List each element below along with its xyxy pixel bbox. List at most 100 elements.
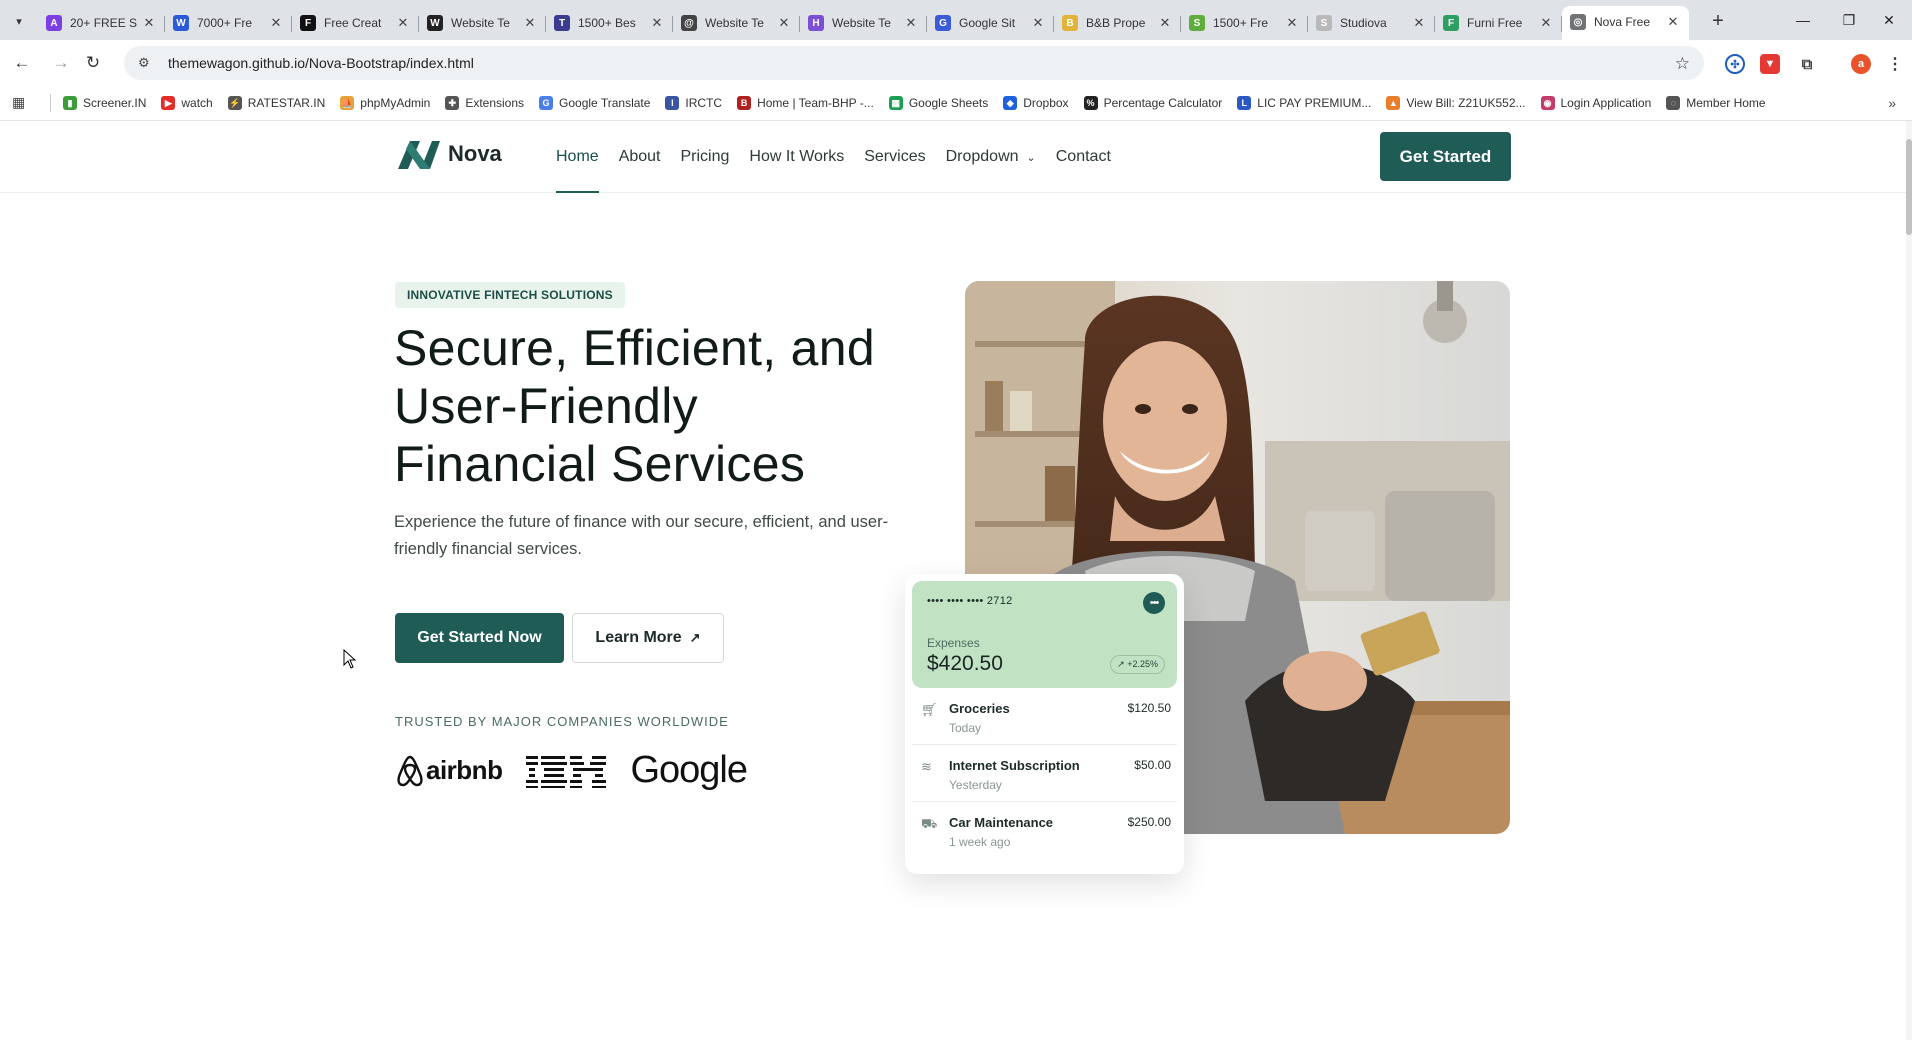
bookmark-item[interactable]: G Google Translate bbox=[539, 96, 650, 110]
tab-close-icon[interactable]: ✕ bbox=[1284, 15, 1300, 31]
transaction-row: ⛟ Car Maintenance 1 week ago $250.00 bbox=[912, 802, 1177, 859]
bookmark-item[interactable]: ▶ watch bbox=[161, 96, 213, 110]
nav-item-home[interactable]: Home bbox=[556, 121, 599, 193]
browser-tab[interactable]: S Studiova ✕ bbox=[1308, 9, 1435, 37]
nav-item-pricing[interactable]: Pricing bbox=[681, 121, 730, 193]
reload-button[interactable]: ↻ bbox=[80, 50, 106, 76]
bookmark-star-icon[interactable]: ☆ bbox=[1675, 54, 1690, 74]
brand-logo[interactable]: Nova bbox=[396, 137, 502, 171]
tab-favicon-icon: B bbox=[1062, 15, 1078, 31]
browser-tab[interactable]: T 1500+ Bes ✕ bbox=[546, 9, 673, 37]
browser-menu-icon[interactable]: ⋮ bbox=[1885, 54, 1905, 74]
bookmark-item[interactable]: ▮ Screener.IN bbox=[63, 96, 146, 110]
nav-item-about[interactable]: About bbox=[619, 121, 661, 193]
bookmark-item[interactable]: % Percentage Calculator bbox=[1083, 96, 1222, 110]
browser-tab[interactable]: B B&B Prope ✕ bbox=[1054, 9, 1181, 37]
tab-title: Website Te bbox=[451, 16, 510, 30]
tab-title: Furni Free bbox=[1467, 16, 1523, 30]
bookmark-item[interactable]: ▲ View Bill: Z21UK552... bbox=[1386, 96, 1526, 110]
trend-badge: ↗ +2.25% bbox=[1110, 655, 1165, 674]
profile-avatar[interactable]: a bbox=[1851, 54, 1871, 74]
browser-tab[interactable]: G Google Sit ✕ bbox=[927, 9, 1054, 37]
tab-strip: ▾ A 20+ FREE S ✕ W 7000+ Fre ✕ F Free Creat ✕ W We… bbox=[0, 0, 1912, 40]
bookmark-favicon-icon: I bbox=[665, 96, 680, 110]
transaction-name: Groceries bbox=[949, 701, 1010, 716]
browser-tab[interactable]: ◎ Nova Free ✕ bbox=[1562, 6, 1689, 40]
transaction-date: 1 week ago bbox=[949, 835, 1011, 849]
tab-close-icon[interactable]: ✕ bbox=[1538, 15, 1554, 31]
browser-tab[interactable]: W 7000+ Fre ✕ bbox=[165, 9, 292, 37]
browser-tab[interactable]: F Free Creat ✕ bbox=[292, 9, 419, 37]
browser-tab[interactable]: H Website Te ✕ bbox=[800, 9, 927, 37]
page-scrollbar[interactable] bbox=[1906, 121, 1912, 1040]
tab-title: 1500+ Bes bbox=[578, 16, 636, 30]
transaction-amount: $120.50 bbox=[1127, 701, 1171, 715]
extension-icon-1[interactable]: ✣ bbox=[1725, 54, 1745, 74]
tab-close-icon[interactable]: ✕ bbox=[1665, 14, 1681, 30]
browser-tab[interactable]: S 1500+ Fre ✕ bbox=[1181, 9, 1308, 37]
get-started-now-button[interactable]: Get Started Now bbox=[395, 613, 564, 663]
nav-item-how-it-works[interactable]: How It Works bbox=[749, 121, 844, 193]
tab-favicon-icon: F bbox=[1443, 15, 1459, 31]
bookmark-item[interactable]: ◆ Dropbox bbox=[1003, 96, 1069, 110]
bookmark-favicon-icon: ▦ bbox=[888, 96, 903, 110]
back-button[interactable]: ← bbox=[9, 50, 35, 76]
tab-close-icon[interactable]: ✕ bbox=[649, 15, 665, 31]
tab-close-icon[interactable]: ✕ bbox=[268, 15, 284, 31]
address-bar[interactable]: ⚙ themewagon.github.io/Nova-Bootstrap/in… bbox=[124, 46, 1704, 80]
bookmark-item[interactable]: L LIC PAY PREMIUM... bbox=[1237, 96, 1371, 110]
site-header: Nova Home About Pricing How It Works Service… bbox=[0, 121, 1912, 193]
more-bookmarks-icon[interactable]: » bbox=[1888, 95, 1896, 111]
nav-item-dropdown[interactable]: Dropdown ⌄ bbox=[946, 121, 1036, 193]
tab-list: A 20+ FREE S ✕ W 7000+ Fre ✕ F Free Creat ✕ W Webs… bbox=[38, 6, 1689, 40]
bookmarks-bar: ▦ ▮ Screener.IN ▶ watch ⚡ RATESTAR.IN ⛵ phpMyAd… bbox=[0, 86, 1912, 121]
nav-label: Pricing bbox=[680, 148, 730, 165]
airbnb-logo-text: airbnb bbox=[426, 755, 503, 785]
tab-close-icon[interactable]: ✕ bbox=[395, 15, 411, 31]
tab-search-button[interactable]: ▾ bbox=[8, 10, 30, 32]
extension-icon-2[interactable]: ▼ bbox=[1760, 54, 1780, 74]
transaction-row: 🛒︎ Groceries Today $120.50 bbox=[912, 688, 1177, 745]
tab-close-icon[interactable]: ✕ bbox=[903, 15, 919, 31]
close-window-button[interactable]: ✕ bbox=[1866, 6, 1912, 34]
header-get-started-button[interactable]: Get Started bbox=[1380, 132, 1511, 181]
bookmark-favicon-icon: ⚡ bbox=[227, 96, 242, 110]
ibm-logo bbox=[526, 755, 607, 788]
nav-item-services[interactable]: Services bbox=[864, 121, 925, 193]
hero-title: Secure, Efficient, and User-Friendly Fin… bbox=[394, 320, 875, 492]
bookmark-item[interactable]: ▦ Google Sheets bbox=[888, 96, 988, 110]
tab-close-icon[interactable]: ✕ bbox=[522, 15, 538, 31]
nav-item-contact[interactable]: Contact bbox=[1056, 121, 1111, 193]
nav-label: About bbox=[618, 148, 661, 165]
bookmark-item[interactable]: B Home | Team-BHP -... bbox=[737, 96, 874, 110]
new-tab-button[interactable]: + bbox=[1705, 8, 1731, 34]
browser-tab[interactable]: F Furni Free ✕ bbox=[1435, 9, 1562, 37]
tab-close-icon[interactable]: ✕ bbox=[776, 15, 792, 31]
bookmark-item[interactable]: ⚡ RATESTAR.IN bbox=[227, 96, 325, 110]
tab-close-icon[interactable]: ✕ bbox=[1030, 15, 1046, 31]
tab-close-icon[interactable]: ✕ bbox=[141, 15, 157, 31]
extensions-puzzle-icon[interactable]: ⧉ bbox=[1797, 54, 1817, 74]
wifi-icon: ≋ bbox=[921, 759, 932, 774]
tab-close-icon[interactable]: ✕ bbox=[1157, 15, 1173, 31]
apps-grid-icon[interactable]: ▦ bbox=[12, 94, 30, 112]
browser-tab[interactable]: W Website Te ✕ bbox=[419, 9, 546, 37]
scrollbar-thumb[interactable] bbox=[1906, 139, 1912, 235]
transaction-list: 🛒︎ Groceries Today $120.50 ≋ Internet Subscri… bbox=[912, 688, 1177, 859]
browser-tab[interactable]: A 20+ FREE S ✕ bbox=[38, 9, 165, 37]
bookmark-item[interactable]: ✚ Extensions bbox=[445, 96, 524, 110]
bookmark-item[interactable]: ◉ Login Application bbox=[1540, 96, 1651, 110]
learn-more-button[interactable]: Learn More ↗ bbox=[572, 613, 724, 663]
browser-tab[interactable]: @ Website Te ✕ bbox=[673, 9, 800, 37]
more-options-icon[interactable]: ••• bbox=[1143, 592, 1165, 614]
minimize-button[interactable]: — bbox=[1780, 6, 1826, 34]
bookmark-item[interactable]: ⛵ phpMyAdmin bbox=[340, 96, 430, 110]
tab-title: Nova Free bbox=[1594, 15, 1651, 29]
bookmark-item[interactable]: I IRCTC bbox=[665, 96, 722, 110]
tab-close-icon[interactable]: ✕ bbox=[1411, 15, 1427, 31]
bookmark-favicon-icon: ⛵ bbox=[340, 96, 355, 110]
site-info-icon[interactable]: ⚙ bbox=[138, 55, 154, 71]
bookmark-item[interactable]: ◌ Member Home bbox=[1666, 96, 1766, 110]
tab-title: Website Te bbox=[705, 16, 764, 30]
forward-button[interactable]: → bbox=[48, 50, 74, 76]
